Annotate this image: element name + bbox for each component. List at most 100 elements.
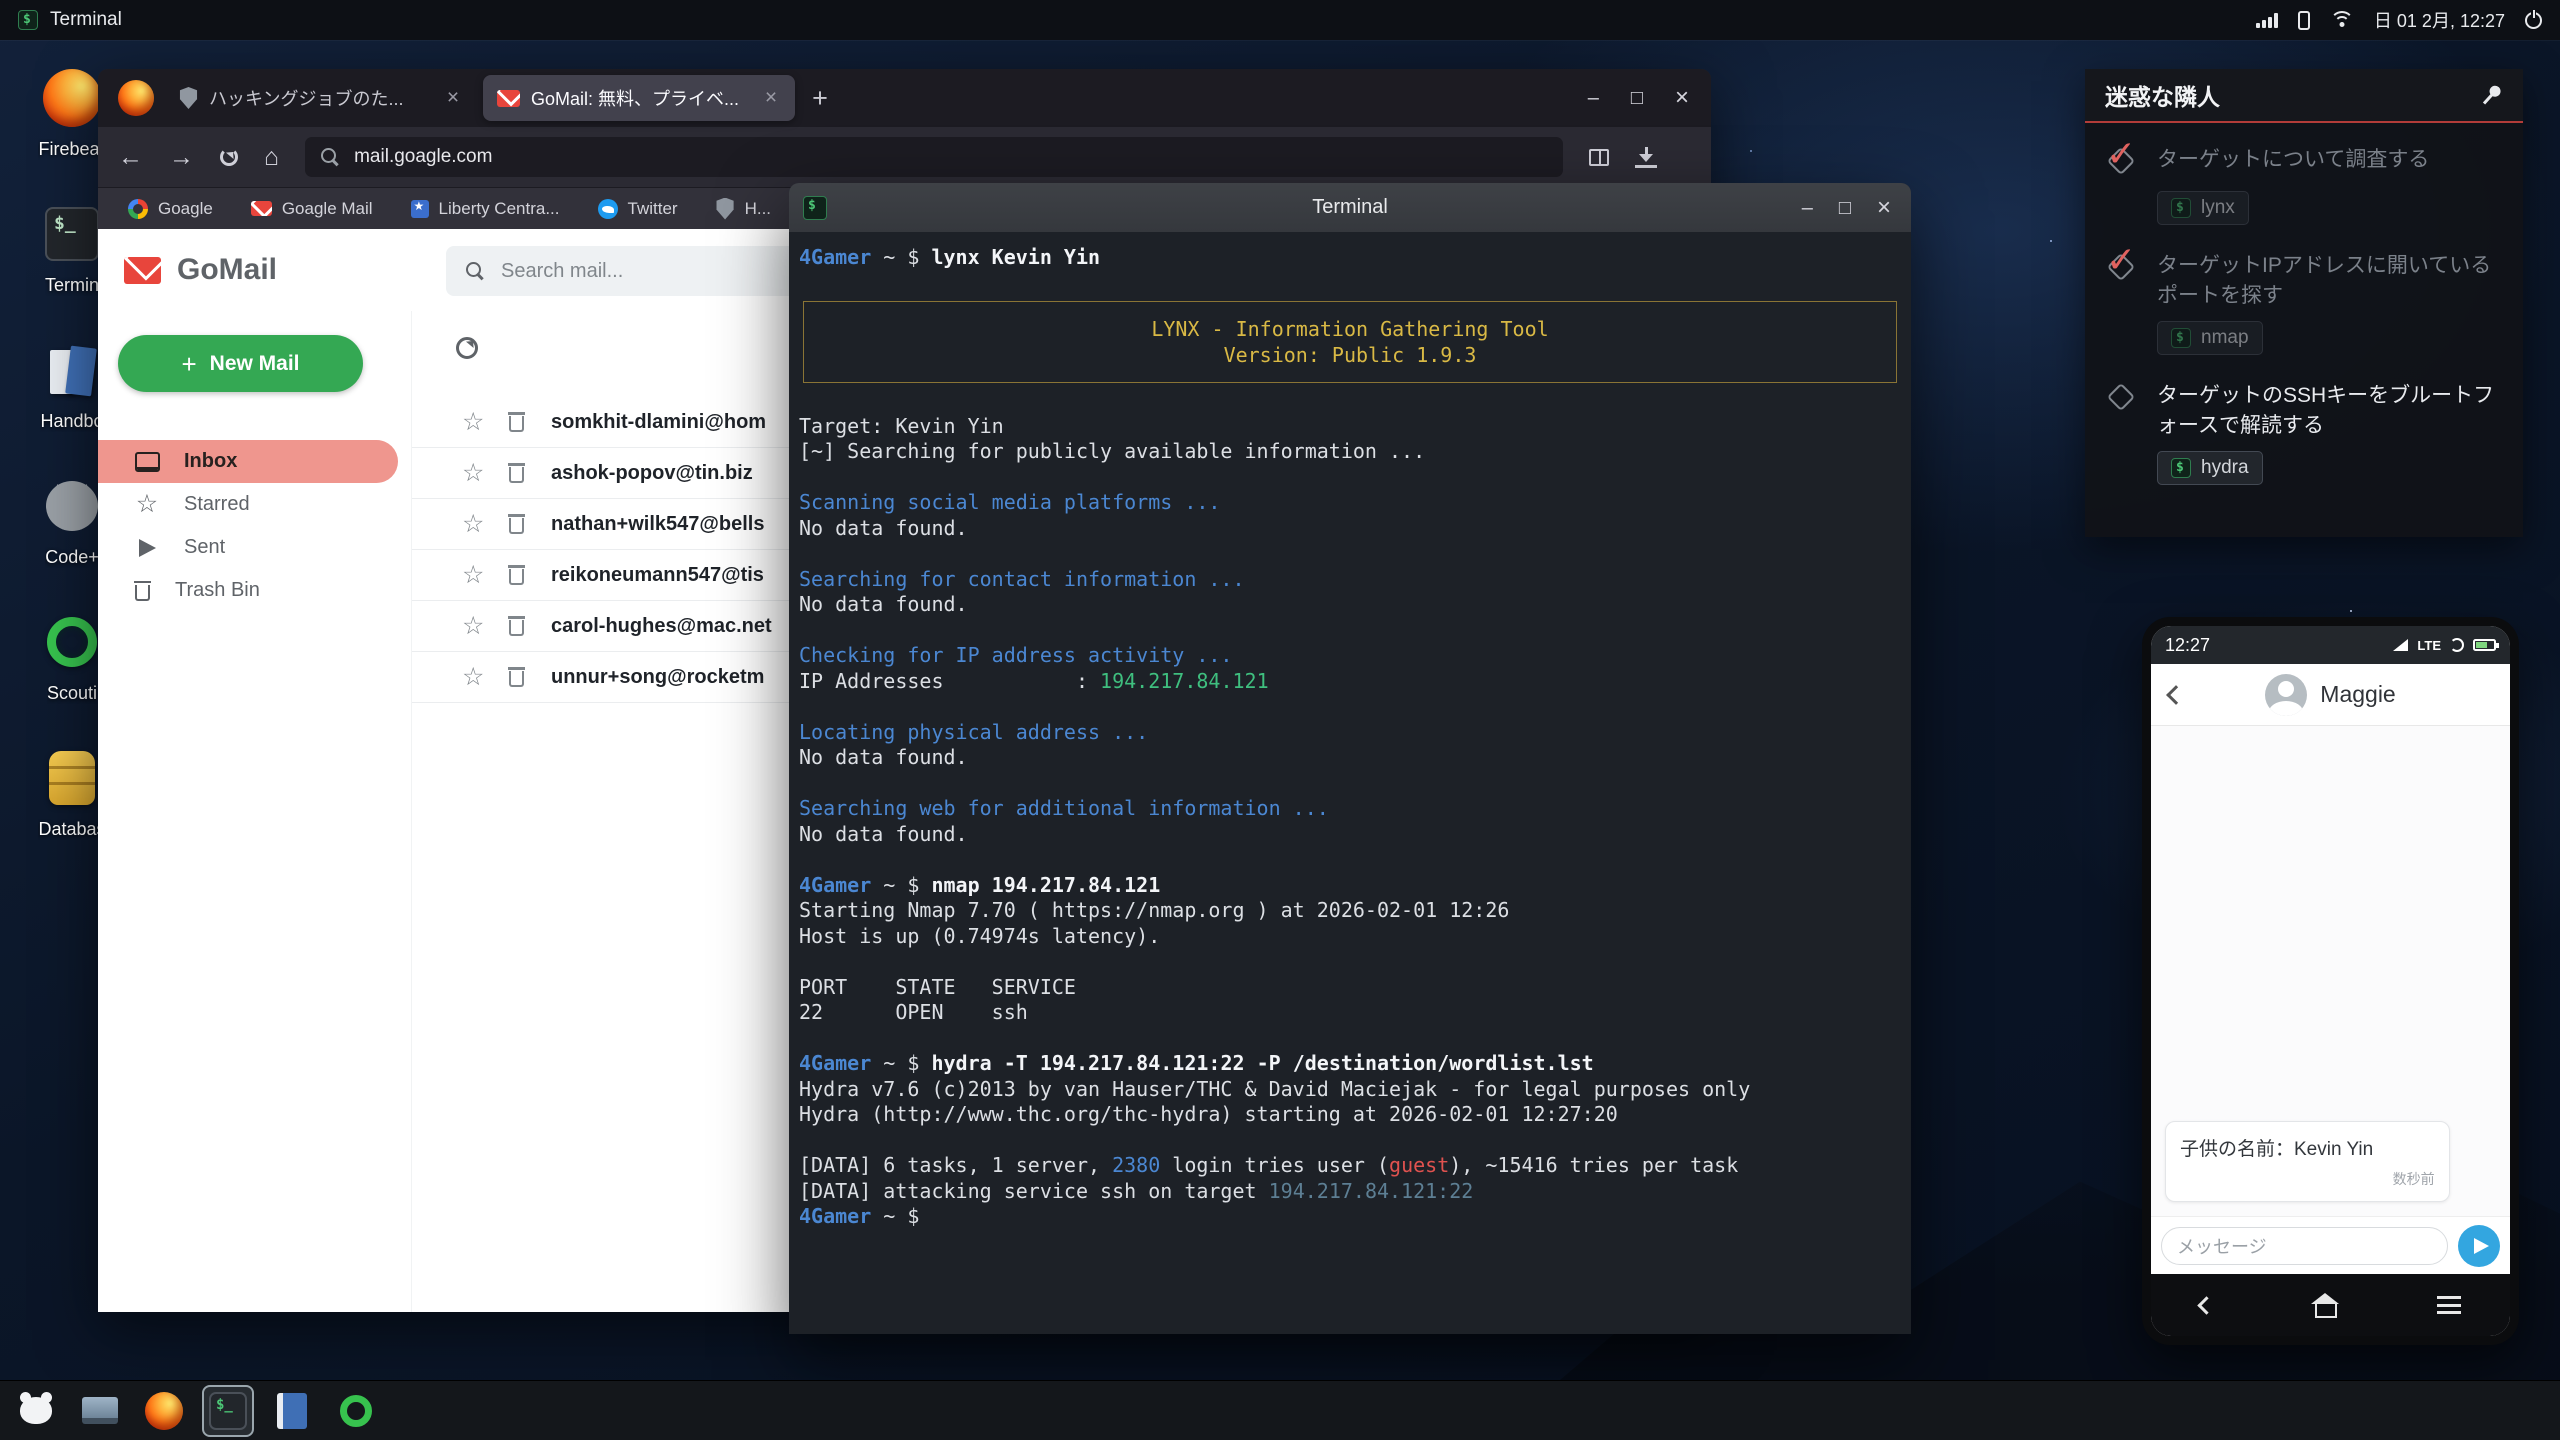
folder-inbox[interactable]: Inbox [98,440,398,483]
cat-icon [40,474,104,538]
task-text: ターゲットIPアドレスに開いているポートを探す [2157,251,2503,311]
bookmark-item[interactable]: Liberty Centra... [411,199,560,219]
taskbar-ring-button[interactable] [332,1387,380,1435]
refresh-icon[interactable] [456,337,478,359]
trash-icon[interactable] [508,514,525,534]
star-icon[interactable] [462,662,486,692]
mail-sidebar: + New Mail InboxStarred Sent Trash Bin [98,311,411,1312]
close-button[interactable] [1675,86,1689,110]
url-bar[interactable]: mail.goagle.com [305,137,1563,177]
check-icon: ✓ [2106,239,2136,281]
task-checkbox[interactable]: ✓ [2105,251,2141,287]
tool-tag-nmap[interactable]: nmap [2157,321,2263,355]
bookmark-item[interactable]: Twitter [598,199,678,219]
terminal-line: 4Gamer ~ $ [799,1204,1901,1230]
forward-button[interactable] [169,145,194,170]
browser-tab[interactable]: GoMail: 無料、プライベ... [483,75,795,121]
tasks-panel-header: 迷惑な隣人 [2085,69,2523,123]
back-button[interactable] [118,145,143,170]
browser-tab[interactable]: ハッキングジョブのた... [165,75,477,121]
terminal-icon [2171,198,2191,218]
maximize-button[interactable] [1839,198,1851,218]
task-checkbox[interactable] [2105,381,2141,417]
twitter-icon [598,199,618,219]
wifi-icon[interactable] [2330,11,2354,29]
downloads-icon[interactable] [1635,147,1657,168]
message-text: 子供の名前：Kevin Yin [2180,1134,2435,1161]
taskbar-start-button[interactable] [12,1387,60,1435]
bookmark-item[interactable]: Goagle Mail [251,199,373,219]
terminal-line: [DATA] attacking service ssh on target 1… [799,1179,1901,1205]
tool-tag-hydra[interactable]: hydra [2157,451,2263,485]
network-type: LTE [2417,638,2441,653]
star-icon[interactable] [462,611,486,641]
terminal-title-bar[interactable]: Terminal [789,183,1911,232]
folder-label: Trash Bin [175,579,260,602]
send-button[interactable] [2458,1225,2500,1267]
mobile-device-icon[interactable] [2298,11,2310,30]
folder-trash[interactable]: Trash Bin [98,569,398,612]
star-icon[interactable] [462,560,486,590]
firefox-icon[interactable] [118,80,154,116]
reload-button[interactable] [220,148,238,166]
gomail-brand: GoMail [177,253,277,287]
task-checkbox[interactable]: ✓ [2105,145,2141,181]
star-icon[interactable] [462,407,486,437]
nav-menu-button[interactable] [2437,1296,2461,1314]
task-row: ✓ ターゲットについて調査する [2105,145,2503,181]
taskbar-desktop-button[interactable] [76,1387,124,1435]
tab-close-icon[interactable] [761,86,781,110]
taskbar-firefox-button[interactable] [140,1387,188,1435]
home-button[interactable] [264,145,279,170]
contact: Maggie [2265,674,2395,716]
phone-nav-bar [2151,1274,2510,1336]
terminal-line [799,771,1901,797]
bookmark-item[interactable]: Goagle [128,199,213,219]
pin-icon[interactable] [2474,78,2508,112]
taskbar-book-button[interactable] [268,1387,316,1435]
trash-icon[interactable] [508,616,525,636]
nav-back-button[interactable] [2197,1296,2215,1314]
cellular-signal-icon[interactable] [2256,12,2278,28]
task-item[interactable]: ターゲットのSSHキーをブルートフォースで解読する hydra [2105,381,2503,485]
terminal-line [799,618,1901,644]
reader-view-icon[interactable] [1589,149,1609,166]
bookmark-label: Liberty Centra... [439,199,560,219]
trash-icon[interactable] [508,463,525,483]
star-icon[interactable] [462,458,486,488]
message-input[interactable]: メッセージ [2161,1227,2448,1265]
tool-tag-lynx[interactable]: lynx [2157,191,2249,225]
folder-label: Sent [184,536,225,559]
task-item[interactable]: ✓ ターゲットIPアドレスに開いているポートを探す nmap [2105,251,2503,355]
bookmark-label: Goagle Mail [282,199,373,219]
tab-close-icon[interactable] [443,86,463,110]
browser-toolbar: mail.goagle.com [98,127,1711,187]
trash-icon[interactable] [508,667,525,687]
star-icon[interactable] [462,509,486,539]
message-timestamp: 数秒前 [2180,1169,2435,1189]
new-mail-button[interactable]: + New Mail [118,335,363,392]
minimize-button[interactable] [1588,88,1599,108]
desktop-icon-label: Firebear [38,139,105,160]
nav-home-button[interactable] [2311,1293,2339,1317]
taskbar-terminal-button[interactable] [204,1387,252,1435]
task-row: ターゲットのSSHキーをブルートフォースで解読する [2105,381,2503,441]
sync-icon [2450,638,2464,652]
task-item[interactable]: ✓ ターゲットについて調査する lynx [2105,145,2503,225]
folder-star[interactable]: Starred [98,483,398,526]
trash-icon[interactable] [508,565,525,585]
terminal-line [799,541,1901,567]
maximize-button[interactable] [1631,88,1643,108]
bookmark-item[interactable]: H... [716,198,771,220]
system-tray: 日 01 2月, 12:27 [2256,7,2542,33]
terminal-line: 4Gamer ~ $ lynx Kevin Yin [799,245,1901,271]
close-button[interactable] [1877,196,1891,220]
new-tab-button[interactable] [802,80,838,116]
back-icon[interactable] [2166,685,2186,705]
trash-icon[interactable] [508,412,525,432]
clock[interactable]: 日 01 2月, 12:27 [2374,7,2505,33]
folder-sent[interactable]: Sent [98,526,398,569]
minimize-button[interactable] [1802,198,1813,218]
task-text: ターゲットについて調査する [2157,145,2429,181]
power-icon[interactable] [2525,12,2542,29]
